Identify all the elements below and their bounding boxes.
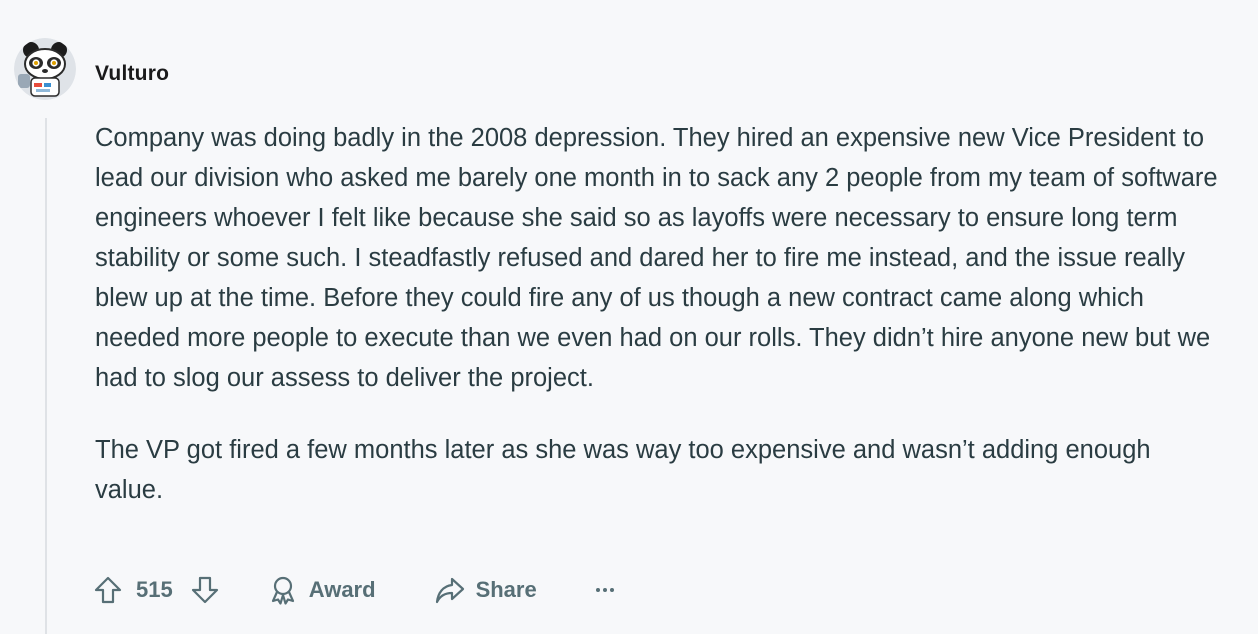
downvote-button[interactable] <box>189 574 221 606</box>
award-button[interactable]: Award <box>267 574 376 606</box>
share-label: Share <box>475 577 537 602</box>
comment: Vulturo Company was doing badly in the 2… <box>0 0 1258 634</box>
comment-paragraph: The VP got fired a few months later as s… <box>95 436 1151 504</box>
avatar-image <box>14 38 76 100</box>
comment-paragraph: Company was doing badly in the 2008 depr… <box>95 124 1218 392</box>
avatar[interactable] <box>14 38 76 100</box>
ellipsis-icon <box>595 588 614 592</box>
upvote-arrow-icon <box>94 576 122 604</box>
comment-body: Company was doing badly in the 2008 depr… <box>95 118 1225 510</box>
vote-count: 515 <box>136 577 173 602</box>
award-ribbon-icon <box>271 576 294 605</box>
upvote-button[interactable] <box>92 574 124 606</box>
more-options-button[interactable] <box>593 578 617 602</box>
author-username[interactable]: Vulturo <box>95 62 169 86</box>
share-arrow-icon <box>435 577 464 604</box>
thread-line[interactable] <box>45 118 47 634</box>
comment-action-bar: 515 Award Share <box>92 570 617 610</box>
share-button[interactable]: Share <box>434 574 537 606</box>
award-label: Award <box>308 577 376 602</box>
downvote-arrow-icon <box>191 576 218 604</box>
